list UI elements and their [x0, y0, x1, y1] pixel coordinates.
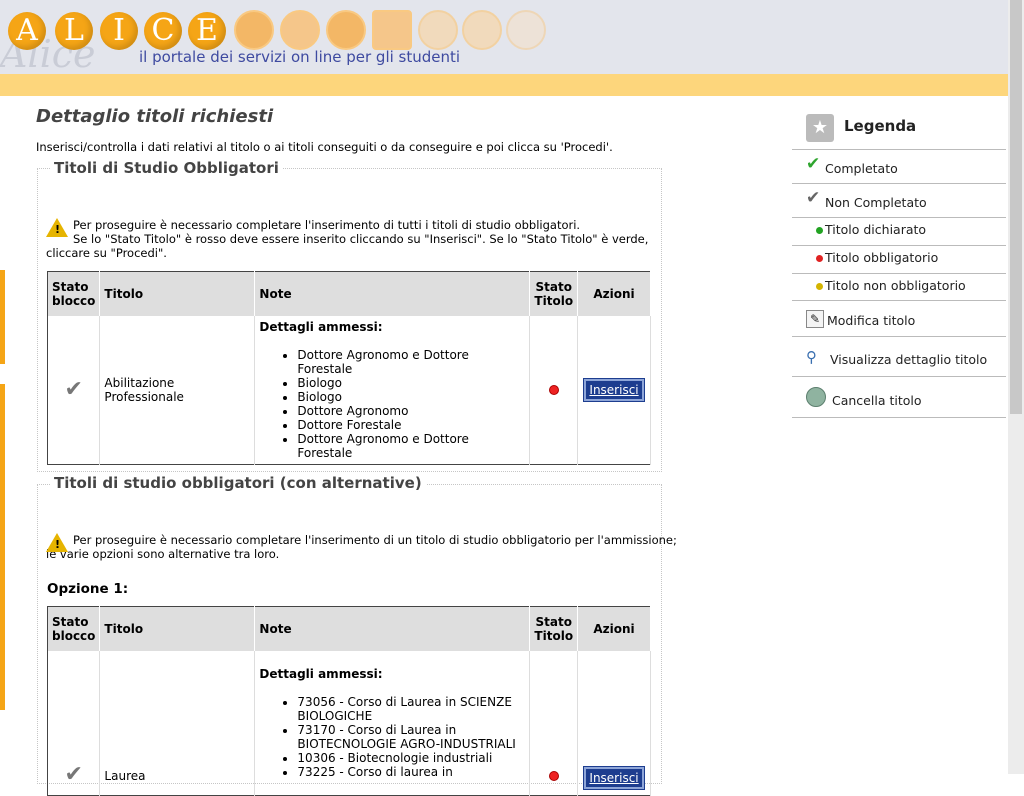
red-dot-icon: [816, 255, 823, 262]
logo-letter-l: L: [55, 12, 93, 50]
option-label: Opzione 1:: [47, 581, 129, 597]
table-header-row: Stato blocco Titolo Note Stato Titolo Azio…: [47, 606, 651, 651]
page-title: Dettaglio titoli richiesti: [36, 106, 274, 127]
logo-letter-a: A: [8, 12, 46, 50]
student-photo-icon: [234, 10, 274, 50]
inserisci-button[interactable]: Inserisci: [583, 766, 645, 790]
titles-table: Stato blocco Titolo Note Stato Titolo Azio…: [47, 606, 651, 796]
allowed-list: Dottore Agronomo e Dottore Forestale Bio…: [297, 348, 525, 460]
legend-item: Titolo non obbligatorio: [792, 274, 1006, 301]
scrollbar-thumb[interactable]: [1010, 0, 1022, 414]
student-photo-icon: [462, 10, 502, 50]
status-red-dot-icon: [549, 385, 558, 394]
list-item: Biologo: [297, 390, 525, 404]
left-nav-strip[interactable]: [0, 384, 5, 710]
legend-item: Titolo dichiarato: [792, 218, 1006, 246]
delete-globe-icon: [806, 387, 826, 407]
header-bar: [0, 74, 1008, 96]
legend-panel: ★ Legenda ✔ Completato ✔ Non Completato Ti…: [792, 108, 1006, 418]
portal-tagline: il portale dei servizi on line per gli s…: [139, 48, 461, 66]
logo-letter-e: E: [188, 12, 226, 50]
status-red-dot-icon: [549, 772, 558, 780]
legend-item: ✎ Modifica titolo: [792, 301, 1006, 337]
magnifier-icon: ⚲: [806, 347, 817, 366]
legend-item: ✔ Non Completato: [792, 184, 1006, 218]
check-grey-icon: ✔: [806, 188, 821, 208]
warning-message: ! Per proseguire è necessario completare…: [46, 218, 649, 260]
inserisci-button[interactable]: Inserisci: [583, 377, 645, 402]
logo-letter-i: I: [100, 12, 138, 50]
section-title: Titoli di Studio Obbligatori: [50, 159, 283, 177]
student-photo-icon: [418, 10, 458, 50]
table-row: ✔ Abilitazione Professionale Dettagli am…: [47, 315, 651, 464]
checkmark-icon: ✔: [47, 315, 101, 464]
list-item: Dottore Agronomo e Dottore Forestale: [297, 432, 525, 460]
list-item: Dottore Forestale: [297, 418, 525, 432]
dettagli-label: Dettagli ammessi:: [259, 666, 383, 681]
edit-icon: ✎: [806, 309, 824, 328]
legend-pin-icon: ★: [806, 114, 834, 142]
left-nav-strip[interactable]: [0, 270, 5, 364]
list-item: 10306 - Biotecnologie industriali: [297, 751, 525, 765]
green-dot-icon: [816, 227, 823, 234]
student-photo-icon: [506, 10, 546, 50]
list-item: Dottore Agronomo e Dottore Forestale: [297, 348, 525, 376]
student-photo-icon: [280, 10, 320, 50]
building-photo-icon: [372, 10, 412, 50]
legend-item: Titolo obbligatorio: [792, 246, 1006, 274]
page-intro: Inserisci/controlla i dati relativi al t…: [36, 140, 613, 154]
list-item: 73170 - Corso di Laurea in BIOTECNOLOGIE…: [297, 723, 525, 751]
legend-title: Legenda: [844, 117, 917, 135]
section-title: Titoli di studio obbligatori (con altern…: [50, 474, 426, 492]
legend-item: ✔ Completato: [792, 150, 1006, 184]
list-item: 73056 - Corso di Laurea in SCIENZE BIOLO…: [297, 695, 525, 723]
legend-item: Cancella titolo: [792, 377, 1006, 418]
check-green-icon: ✔: [806, 154, 821, 174]
titles-table: Stato blocco Titolo Note Stato Titolo Azio…: [47, 271, 651, 465]
warning-message: ! Per proseguire è necessario completare…: [46, 533, 677, 561]
yellow-dot-icon: [816, 283, 823, 290]
student-photo-icon: [326, 10, 366, 50]
list-item: Dottore Agronomo: [297, 404, 525, 418]
logo-letter-c: C: [144, 12, 182, 50]
dettagli-label: Dettagli ammessi:: [259, 319, 383, 334]
titolo-cell: Abilitazione Professionale: [99, 315, 256, 464]
legend-item: ⚲ Visualizza dettaglio titolo: [792, 337, 1006, 377]
table-header-row: Stato blocco Titolo Note Stato Titolo Azio…: [47, 271, 651, 316]
header-banner: Alice A L I C E il portale dei servizi o…: [0, 0, 1008, 76]
allowed-list: 73056 - Corso di Laurea in SCIENZE BIOLO…: [297, 695, 525, 779]
list-item: Biologo: [297, 376, 525, 390]
list-item: 73225 - Corso di laurea in: [297, 765, 525, 779]
